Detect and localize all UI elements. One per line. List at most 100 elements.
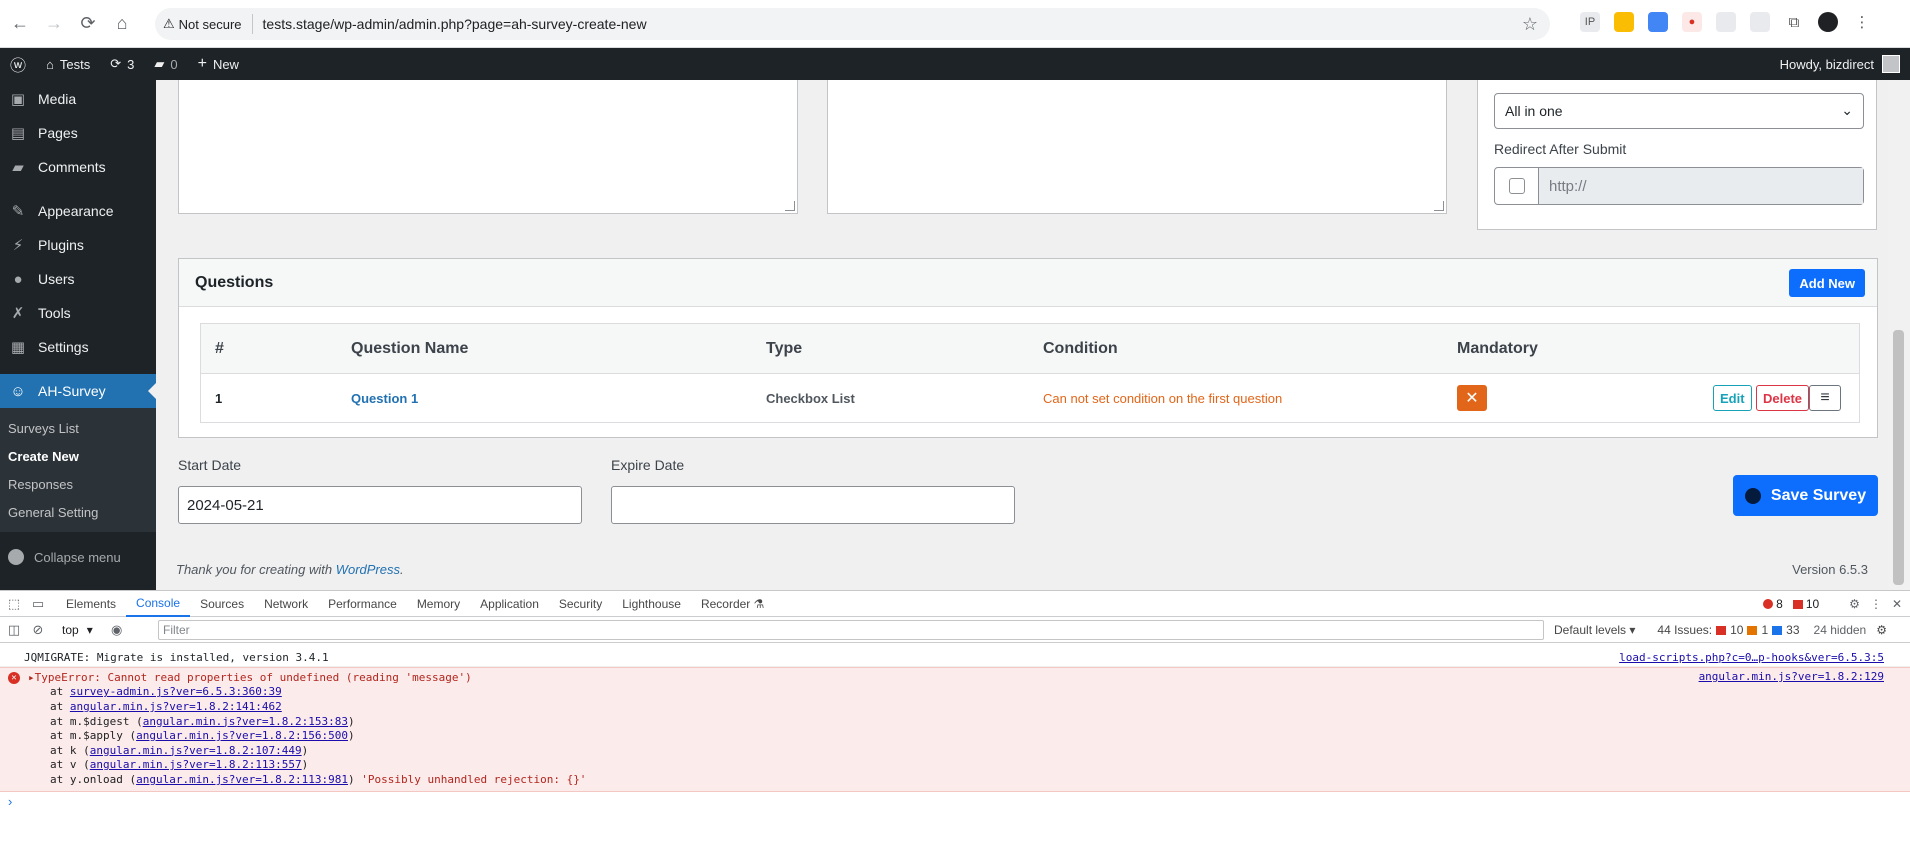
stack-link[interactable]: angular.min.js?ver=1.8.2:113:557 bbox=[90, 758, 302, 771]
delete-question-button[interactable]: Delete bbox=[1756, 385, 1810, 411]
collapse-menu-button[interactable]: Collapse menu bbox=[0, 540, 156, 574]
redirect-checkbox[interactable] bbox=[1508, 178, 1525, 194]
updates-link[interactable]: ⟳ 3 bbox=[100, 48, 144, 80]
record-extension-icon[interactable]: ● bbox=[1682, 12, 1702, 32]
warning-counter[interactable]: 10 bbox=[1792, 597, 1819, 611]
menu-item-pages[interactable]: ▤ Pages bbox=[0, 116, 156, 150]
tab-elements[interactable]: Elements bbox=[56, 591, 126, 617]
tab-lighthouse[interactable]: Lighthouse bbox=[612, 591, 691, 617]
console-filter-input[interactable]: Filter bbox=[158, 620, 1544, 640]
device-toolbar-icon[interactable]: ▭ bbox=[28, 594, 48, 614]
tab-performance[interactable]: Performance bbox=[318, 591, 407, 617]
wordpress-link[interactable]: WordPress bbox=[336, 562, 400, 577]
plugins-icon: ⚡ bbox=[12, 237, 24, 254]
start-date-input[interactable]: 2024-05-21 bbox=[178, 486, 582, 524]
menu-item-comments[interactable]: ▰ Comments bbox=[0, 150, 156, 184]
resize-handle[interactable] bbox=[785, 201, 795, 211]
site-name-link[interactable]: ⌂ Tests bbox=[36, 48, 100, 80]
questions-card: Questions Add New # Question Name Type C… bbox=[178, 258, 1878, 438]
menu-item-tools[interactable]: ✗ Tools bbox=[0, 296, 156, 330]
devtools-status: 8 10 ⚙ ⋮ ✕ bbox=[1763, 591, 1902, 617]
forward-icon[interactable]: → bbox=[40, 10, 68, 38]
stack-link[interactable]: angular.min.js?ver=1.8.2:141:462 bbox=[70, 700, 282, 713]
new-content-link[interactable]: + New bbox=[188, 48, 249, 80]
stack-link[interactable]: survey-admin.js?ver=6.5.3:360:39 bbox=[70, 685, 282, 698]
submenu-surveys-list[interactable]: Surveys List bbox=[0, 414, 156, 442]
kebab-menu-icon[interactable]: ⋮ bbox=[1870, 597, 1882, 611]
security-indicator[interactable]: ⚠ Not secure bbox=[163, 14, 253, 34]
menu-item-plugins[interactable]: ⚡ Plugins bbox=[0, 228, 156, 262]
error-source-link[interactable]: angular.min.js?ver=1.8.2:129 bbox=[1699, 670, 1884, 683]
close-icon[interactable]: ✕ bbox=[1892, 597, 1902, 611]
question-name-link[interactable]: Question 1 bbox=[351, 391, 418, 406]
redirect-url-input[interactable]: http:// bbox=[1539, 168, 1863, 204]
eye-icon[interactable]: ◉ bbox=[107, 620, 127, 640]
error-message[interactable]: ▸ TypeError: Cannot read properties of un… bbox=[0, 670, 1910, 685]
submenu-responses[interactable]: Responses bbox=[0, 470, 156, 498]
puzzle-extensions-icon[interactable]: ⧉ bbox=[1784, 12, 1804, 32]
menu-item-settings[interactable]: ▦ Settings bbox=[0, 330, 156, 364]
console-settings-icon[interactable]: ⚙ bbox=[1876, 623, 1887, 637]
menu-item-appearance[interactable]: ✎ Appearance bbox=[0, 194, 156, 228]
tab-memory[interactable]: Memory bbox=[407, 591, 470, 617]
address-bar[interactable]: ⚠ Not secure tests.stage/wp-admin/admin.… bbox=[155, 8, 1550, 40]
stack-link[interactable]: angular.min.js?ver=1.8.2:113:981 bbox=[136, 773, 348, 786]
save-survey-button[interactable]: Save Survey bbox=[1733, 475, 1878, 516]
menu-item-media[interactable]: ▣ Media bbox=[0, 82, 156, 116]
mandatory-toggle[interactable]: ✕ bbox=[1457, 385, 1487, 411]
expire-date-input[interactable] bbox=[611, 486, 1015, 524]
tab-application[interactable]: Application bbox=[470, 591, 549, 617]
scrollbar-thumb[interactable] bbox=[1893, 330, 1904, 585]
more-menu-icon[interactable]: ⋮ bbox=[1852, 12, 1872, 32]
stack-link[interactable]: angular.min.js?ver=1.8.2:153:83 bbox=[143, 715, 348, 728]
survey-view-select[interactable]: All in one ⌄ bbox=[1494, 93, 1864, 129]
lock-extension-icon[interactable] bbox=[1614, 12, 1634, 32]
start-date-label: Start Date bbox=[178, 457, 242, 473]
back-icon[interactable]: ← bbox=[6, 10, 34, 38]
tab-sources[interactable]: Sources bbox=[190, 591, 254, 617]
redirect-input-group: http:// bbox=[1494, 167, 1864, 205]
tab-recorder[interactable]: Recorder ⚗ bbox=[691, 591, 774, 617]
error-counter[interactable]: 8 bbox=[1763, 597, 1783, 611]
submenu-create-new[interactable]: Create New bbox=[0, 442, 156, 470]
bookmark-star-icon[interactable]: ☆ bbox=[1522, 14, 1538, 35]
tab-security[interactable]: Security bbox=[549, 591, 612, 617]
col-type: Type bbox=[766, 339, 803, 357]
submenu-general-setting[interactable]: General Setting bbox=[0, 498, 156, 526]
screenshot-extension-icon[interactable] bbox=[1716, 12, 1736, 32]
stack-link[interactable]: angular.min.js?ver=1.8.2:156:500 bbox=[136, 729, 348, 742]
tab-console[interactable]: Console bbox=[126, 591, 191, 617]
page-scrollbar[interactable] bbox=[1888, 80, 1910, 590]
edit-question-button[interactable]: Edit bbox=[1713, 385, 1752, 411]
ip-extension-icon[interactable]: IP bbox=[1580, 12, 1600, 32]
expand-arrow-icon: ▸ bbox=[28, 670, 35, 684]
stack-frame: at survey-admin.js?ver=6.5.3:360:39 bbox=[50, 685, 282, 699]
context-select[interactable]: top ▾ bbox=[62, 623, 93, 637]
reload-icon[interactable]: ⟳ bbox=[74, 10, 102, 38]
menu-item-users[interactable]: ● Users bbox=[0, 262, 156, 296]
comments-link[interactable]: ▰ 0 bbox=[144, 48, 187, 80]
main-content: All in one ⌄ Redirect After Submit http:… bbox=[156, 80, 1888, 590]
inspect-element-icon[interactable]: ⬚ bbox=[4, 594, 24, 614]
wp-logo-icon[interactable]: ⓦ bbox=[0, 48, 36, 80]
stack-link[interactable]: angular.min.js?ver=1.8.2:107:449 bbox=[90, 744, 302, 757]
gear-icon[interactable]: ⚙ bbox=[1849, 597, 1860, 611]
log-levels-select[interactable]: Default levels ▾ bbox=[1554, 623, 1635, 637]
home-icon[interactable]: ⌂ bbox=[108, 10, 136, 38]
resize-handle[interactable] bbox=[1434, 201, 1444, 211]
clear-console-icon[interactable]: ⊘ bbox=[28, 620, 48, 640]
drag-menu-icon[interactable]: ≡ bbox=[1809, 385, 1841, 411]
expire-date-label: Expire Date bbox=[611, 457, 685, 473]
issues-counter[interactable]: 44 Issues: 10 1 33 bbox=[1657, 623, 1799, 637]
my-account[interactable]: Howdy, bizdirect bbox=[1780, 48, 1900, 80]
console-prompt[interactable]: › bbox=[0, 792, 1910, 812]
profile-icon[interactable] bbox=[1818, 12, 1838, 32]
error-icon bbox=[1763, 599, 1774, 609]
tab-network[interactable]: Network bbox=[254, 591, 318, 617]
sidebar-toggle-icon[interactable]: ◫ bbox=[4, 620, 24, 640]
menu-item-ah-survey[interactable]: ☺ AH-Survey bbox=[0, 374, 156, 408]
translate-extension-icon[interactable] bbox=[1648, 12, 1668, 32]
log-source-link[interactable]: load-scripts.php?c=0…p-hooks&ver=6.5.3:5 bbox=[1619, 651, 1884, 664]
extension-icon[interactable] bbox=[1750, 12, 1770, 32]
add-new-question-button[interactable]: Add New bbox=[1789, 269, 1865, 297]
